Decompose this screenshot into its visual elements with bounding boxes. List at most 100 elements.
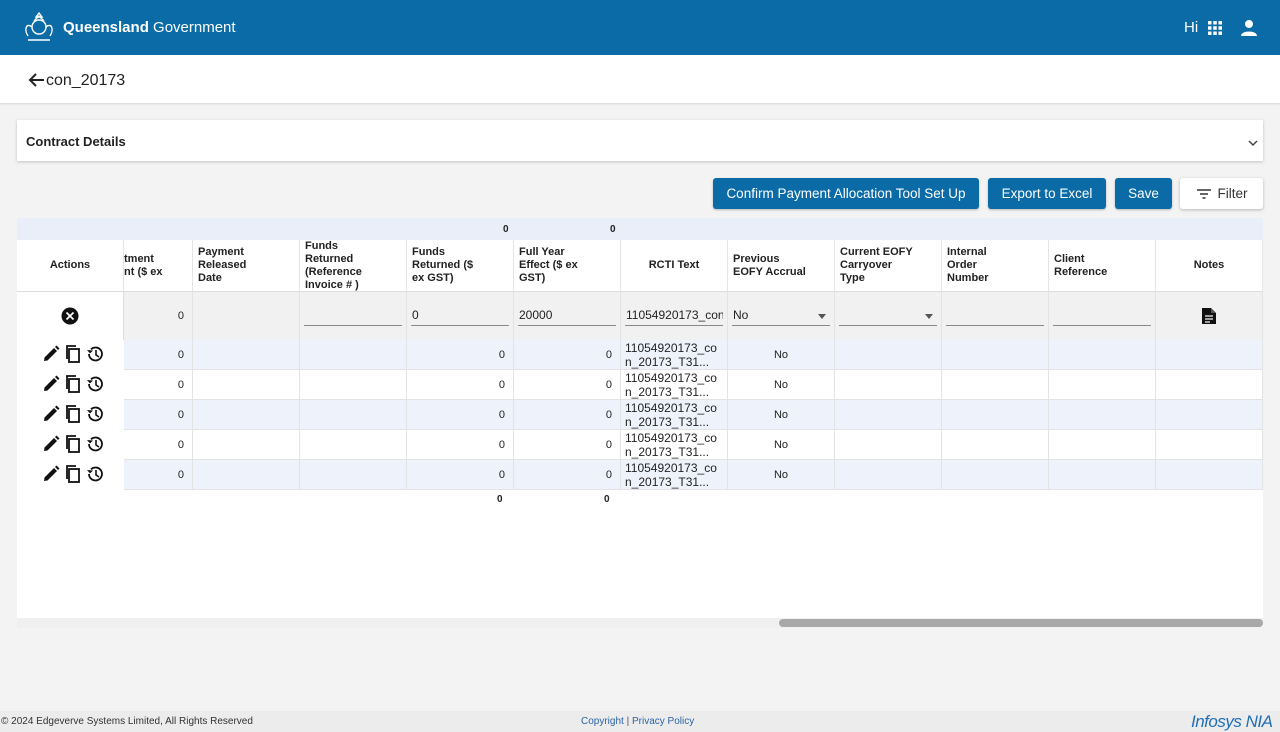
table-cell (1156, 340, 1263, 370)
history-icon[interactable] (85, 404, 105, 424)
header-label: tment nt ($ ex (124, 252, 163, 278)
header-label: Funds Returned (Reference Invoice # ) (305, 239, 362, 291)
export-to-excel-button[interactable]: Export to Excel (988, 178, 1106, 209)
table-cell-rcti: 11054920173_con_20173_T31... (621, 460, 728, 490)
copyright-text: © 2024 Edgeverve Systems Limited, All Ri… (1, 716, 253, 727)
edit-pencil-icon[interactable] (41, 434, 61, 454)
header-label: Funds Returned ($ ex GST) (412, 246, 474, 284)
history-icon[interactable] (85, 464, 105, 484)
horizontal-scrollbar-thumb[interactable] (779, 619, 1263, 627)
total-bottom-funds-returned: 0 (497, 494, 503, 505)
user-icon[interactable] (1240, 19, 1258, 37)
header-previous-eofy-accrual[interactable]: Previous EOFY Accrual (728, 240, 835, 292)
header-rcti-text[interactable]: RCTI Text (621, 240, 728, 292)
table-cell (942, 460, 1049, 490)
back-arrow-icon[interactable] (27, 72, 45, 88)
copy-icon[interactable] (63, 344, 83, 364)
save-button[interactable]: Save (1115, 178, 1172, 209)
history-icon[interactable] (85, 374, 105, 394)
footer: © 2024 Edgeverve Systems Limited, All Ri… (0, 711, 1280, 732)
edit-pencil-icon[interactable] (41, 374, 61, 394)
copyright-link[interactable]: Copyright (581, 716, 624, 727)
row-actions-cell (17, 400, 124, 430)
header-label: RCTI Text (648, 259, 700, 271)
table-row: 0 0 0 11054920173_con_20173_T31... No (17, 370, 1263, 400)
internal-order-input[interactable] (946, 306, 1044, 326)
header-label: Notes (1193, 259, 1225, 271)
confirm-payment-allocation-button[interactable]: Confirm Payment Allocation Tool Set Up (713, 178, 979, 209)
edit-full-year-effect-cell: 20000 (514, 292, 621, 340)
header-notes[interactable]: Notes (1156, 240, 1263, 292)
table-cell-rcti: 11054920173_con_20173_T31... (621, 370, 728, 400)
copy-icon[interactable] (63, 464, 83, 484)
table-cell (193, 370, 300, 400)
table-cell (1049, 370, 1156, 400)
header-current-eofy-carryover[interactable]: Current EOFY Carryover Type (835, 240, 942, 292)
table-cell (300, 460, 407, 490)
row-actions-cell (17, 340, 124, 370)
header-funds-returned[interactable]: Funds Returned ($ ex GST) (407, 240, 514, 292)
funds-ref-input[interactable] (304, 306, 402, 326)
header-full-year-effect[interactable]: Full Year Effect ($ ex GST) (514, 240, 621, 292)
table-cell-funds-ret: 0 (407, 460, 514, 490)
edit-row: 0 0 20000 11054920173_con_20173 No (17, 292, 1263, 340)
header-funds-returned-ref[interactable]: Funds Returned (Reference Invoice # ) (300, 240, 407, 292)
apps-grid-icon[interactable] (1208, 21, 1222, 35)
brand-name[interactable]: Queensland Government (63, 19, 236, 36)
edit-pencil-icon[interactable] (41, 464, 61, 484)
header-client-reference[interactable]: Client Reference (1049, 240, 1156, 292)
table-cell (193, 430, 300, 460)
crest-logo-icon[interactable] (20, 10, 58, 44)
edit-released-date-cell (193, 292, 300, 340)
edit-rcti-cell: 11054920173_con_20173 (621, 292, 728, 340)
table-cell-fye: 0 (514, 400, 621, 430)
table-row: 0 0 0 11054920173_con_20173_T31... No (17, 400, 1263, 430)
top-header: Queensland Government Hi (0, 0, 1280, 55)
table-cell (835, 430, 942, 460)
rcti-text-input[interactable]: 11054920173_con_20173 (625, 306, 723, 326)
cancel-circle-icon[interactable] (61, 307, 79, 325)
copy-icon[interactable] (63, 374, 83, 394)
client-reference-input[interactable] (1053, 306, 1151, 326)
row-actions-cell (17, 460, 124, 490)
row-action-icons (41, 374, 105, 394)
edit-pencil-icon[interactable] (41, 404, 61, 424)
table-row: 0 0 0 11054920173_con_20173_T31... No (17, 340, 1263, 370)
copy-icon[interactable] (63, 404, 83, 424)
sub-header: con_20173 (0, 55, 1280, 103)
table-cell (942, 400, 1049, 430)
carryover-type-select[interactable] (839, 306, 937, 326)
funds-returned-input[interactable]: 0 (411, 306, 509, 326)
history-icon[interactable] (85, 344, 105, 364)
contract-details-panel[interactable]: Contract Details (17, 120, 1263, 161)
total-bottom-full-year-effect: 0 (604, 494, 610, 505)
copy-icon[interactable] (63, 434, 83, 454)
privacy-policy-link[interactable]: Privacy Policy (632, 716, 694, 727)
notes-document-icon[interactable] (1201, 307, 1217, 325)
edit-pencil-icon[interactable] (41, 344, 61, 364)
row-actions-cell (17, 370, 124, 400)
header-actions[interactable]: Actions (17, 240, 124, 292)
table-cell-rcti: 11054920173_con_20173_T31... (621, 400, 728, 430)
chevron-down-icon[interactable] (1247, 137, 1259, 149)
total-funds-returned: 0 (503, 224, 509, 235)
filter-button[interactable]: Filter (1180, 178, 1263, 209)
edit-adjustment-cell: 0 (124, 292, 193, 340)
brand-bold: Queensland (63, 19, 149, 36)
table-cell (193, 460, 300, 490)
previous-eofy-select[interactable]: No (732, 306, 830, 326)
table-cell (942, 340, 1049, 370)
header-internal-order-number[interactable]: Internal Order Number (942, 240, 1049, 292)
table-cell (1156, 370, 1263, 400)
full-year-effect-input[interactable]: 20000 (518, 306, 616, 326)
total-full-year-effect: 0 (610, 224, 616, 235)
table-cell (1156, 430, 1263, 460)
history-icon[interactable] (85, 434, 105, 454)
table-cell-funds-ret: 0 (407, 370, 514, 400)
panel-title: Contract Details (26, 134, 126, 149)
greeting: Hi (1184, 19, 1199, 36)
header-adjustment[interactable]: tment nt ($ ex (124, 240, 193, 292)
header-payment-released-date[interactable]: Payment Released Date (193, 240, 300, 292)
table-row: 0 0 0 11054920173_con_20173_T31... No (17, 430, 1263, 460)
filter-lines-icon (1196, 188, 1211, 199)
